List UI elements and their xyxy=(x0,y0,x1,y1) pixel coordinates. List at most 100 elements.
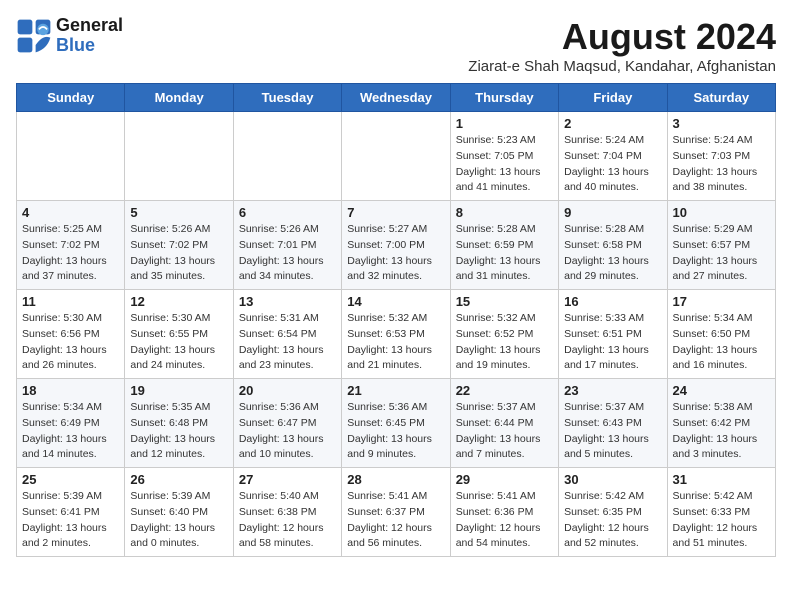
weekday-header-tuesday: Tuesday xyxy=(233,84,341,112)
calendar-week-row: 11 Sunrise: 5:30 AM Sunset: 6:56 PM Dayli… xyxy=(17,290,776,379)
day-number: 24 xyxy=(673,383,770,398)
calendar-cell: 4 Sunrise: 5:25 AM Sunset: 7:02 PM Daylig… xyxy=(17,201,125,290)
day-number: 1 xyxy=(456,116,553,131)
calendar-cell: 25Sunrise: 5:39 AM Sunset: 6:41 PM Dayli… xyxy=(17,468,125,557)
calendar-cell: 12Sunrise: 5:30 AM Sunset: 6:55 PM Dayli… xyxy=(125,290,233,379)
logo: General Blue xyxy=(16,16,123,56)
day-info: Sunrise: 5:28 AM Sunset: 6:58 PM Dayligh… xyxy=(564,222,661,285)
day-info: Sunrise: 5:34 AM Sunset: 6:49 PM Dayligh… xyxy=(22,400,119,463)
location: Ziarat-e Shah Maqsud, Kandahar, Afghanis… xyxy=(468,58,776,75)
day-info: Sunrise: 5:27 AM Sunset: 7:00 PM Dayligh… xyxy=(347,222,444,285)
day-info: Sunrise: 5:32 AM Sunset: 6:53 PM Dayligh… xyxy=(347,311,444,374)
day-info: Sunrise: 5:39 AM Sunset: 6:41 PM Dayligh… xyxy=(22,489,119,552)
day-info: Sunrise: 5:42 AM Sunset: 6:35 PM Dayligh… xyxy=(564,489,661,552)
day-info: Sunrise: 5:24 AM Sunset: 7:03 PM Dayligh… xyxy=(673,133,770,196)
calendar-cell: 30 Sunrise: 5:42 AM Sunset: 6:35 PM Dayli… xyxy=(559,468,667,557)
calendar-week-row: 1 Sunrise: 5:23 AM Sunset: 7:05 PM Daylig… xyxy=(17,112,776,201)
day-info: Sunrise: 5:26 AM Sunset: 7:02 PM Dayligh… xyxy=(130,222,227,285)
day-info: Sunrise: 5:40 AM Sunset: 6:38 PM Dayligh… xyxy=(239,489,336,552)
calendar-week-row: 25Sunrise: 5:39 AM Sunset: 6:41 PM Dayli… xyxy=(17,468,776,557)
day-number: 2 xyxy=(564,116,661,131)
day-info: Sunrise: 5:37 AM Sunset: 6:43 PM Dayligh… xyxy=(564,400,661,463)
day-number: 14 xyxy=(347,294,444,309)
day-info: Sunrise: 5:37 AM Sunset: 6:44 PM Dayligh… xyxy=(456,400,553,463)
calendar-cell: 19 Sunrise: 5:35 AM Sunset: 6:48 PM Dayli… xyxy=(125,379,233,468)
calendar-cell xyxy=(342,112,450,201)
day-number: 20 xyxy=(239,383,336,398)
day-info: Sunrise: 5:39 AM Sunset: 6:40 PM Dayligh… xyxy=(130,489,227,552)
calendar-cell: 16 Sunrise: 5:33 AM Sunset: 6:51 PM Dayli… xyxy=(559,290,667,379)
calendar-week-row: 18Sunrise: 5:34 AM Sunset: 6:49 PM Dayli… xyxy=(17,379,776,468)
calendar-cell: 1 Sunrise: 5:23 AM Sunset: 7:05 PM Daylig… xyxy=(450,112,558,201)
calendar-cell: 3 Sunrise: 5:24 AM Sunset: 7:03 PM Daylig… xyxy=(667,112,775,201)
day-number: 22 xyxy=(456,383,553,398)
calendar-cell: 11 Sunrise: 5:30 AM Sunset: 6:56 PM Dayli… xyxy=(17,290,125,379)
day-number: 28 xyxy=(347,472,444,487)
day-number: 7 xyxy=(347,205,444,220)
day-number: 13 xyxy=(239,294,336,309)
day-info: Sunrise: 5:29 AM Sunset: 6:57 PM Dayligh… xyxy=(673,222,770,285)
calendar-cell: 24 Sunrise: 5:38 AM Sunset: 6:42 PM Dayli… xyxy=(667,379,775,468)
day-number: 3 xyxy=(673,116,770,131)
day-number: 6 xyxy=(239,205,336,220)
calendar-cell: 17Sunrise: 5:34 AM Sunset: 6:50 PM Dayli… xyxy=(667,290,775,379)
day-info: Sunrise: 5:42 AM Sunset: 6:33 PM Dayligh… xyxy=(673,489,770,552)
calendar-cell: 22 Sunrise: 5:37 AM Sunset: 6:44 PM Dayli… xyxy=(450,379,558,468)
calendar-cell: 2 Sunrise: 5:24 AM Sunset: 7:04 PM Daylig… xyxy=(559,112,667,201)
calendar-cell: 15Sunrise: 5:32 AM Sunset: 6:52 PM Dayli… xyxy=(450,290,558,379)
calendar-cell: 23 Sunrise: 5:37 AM Sunset: 6:43 PM Dayli… xyxy=(559,379,667,468)
day-info: Sunrise: 5:33 AM Sunset: 6:51 PM Dayligh… xyxy=(564,311,661,374)
day-number: 15 xyxy=(456,294,553,309)
calendar-cell: 6Sunrise: 5:26 AM Sunset: 7:01 PM Daylig… xyxy=(233,201,341,290)
day-info: Sunrise: 5:34 AM Sunset: 6:50 PM Dayligh… xyxy=(673,311,770,374)
calendar-cell xyxy=(233,112,341,201)
day-info: Sunrise: 5:41 AM Sunset: 6:37 PM Dayligh… xyxy=(347,489,444,552)
day-info: Sunrise: 5:24 AM Sunset: 7:04 PM Dayligh… xyxy=(564,133,661,196)
calendar-cell: 7 Sunrise: 5:27 AM Sunset: 7:00 PM Daylig… xyxy=(342,201,450,290)
day-number: 19 xyxy=(130,383,227,398)
day-info: Sunrise: 5:38 AM Sunset: 6:42 PM Dayligh… xyxy=(673,400,770,463)
title-block: August 2024 Ziarat-e Shah Maqsud, Kandah… xyxy=(468,16,776,75)
day-number: 4 xyxy=(22,205,119,220)
day-info: Sunrise: 5:36 AM Sunset: 6:47 PM Dayligh… xyxy=(239,400,336,463)
day-number: 11 xyxy=(22,294,119,309)
calendar-cell xyxy=(17,112,125,201)
day-number: 30 xyxy=(564,472,661,487)
day-number: 9 xyxy=(564,205,661,220)
weekday-header-monday: Monday xyxy=(125,84,233,112)
weekday-header-sunday: Sunday xyxy=(17,84,125,112)
calendar-cell: 29 Sunrise: 5:41 AM Sunset: 6:36 PM Dayli… xyxy=(450,468,558,557)
day-info: Sunrise: 5:25 AM Sunset: 7:02 PM Dayligh… xyxy=(22,222,119,285)
day-number: 8 xyxy=(456,205,553,220)
calendar-cell: 26 Sunrise: 5:39 AM Sunset: 6:40 PM Dayli… xyxy=(125,468,233,557)
logo-text-general: General xyxy=(56,16,123,36)
day-info: Sunrise: 5:35 AM Sunset: 6:48 PM Dayligh… xyxy=(130,400,227,463)
day-info: Sunrise: 5:23 AM Sunset: 7:05 PM Dayligh… xyxy=(456,133,553,196)
calendar-cell: 27Sunrise: 5:40 AM Sunset: 6:38 PM Dayli… xyxy=(233,468,341,557)
day-info: Sunrise: 5:30 AM Sunset: 6:56 PM Dayligh… xyxy=(22,311,119,374)
day-number: 10 xyxy=(673,205,770,220)
logo-icon xyxy=(16,18,52,54)
calendar-cell: 13Sunrise: 5:31 AM Sunset: 6:54 PM Dayli… xyxy=(233,290,341,379)
day-number: 12 xyxy=(130,294,227,309)
weekday-header-friday: Friday xyxy=(559,84,667,112)
calendar-cell: 20 Sunrise: 5:36 AM Sunset: 6:47 PM Dayli… xyxy=(233,379,341,468)
calendar-table: SundayMondayTuesdayWednesdayThursdayFrid… xyxy=(16,83,776,557)
day-info: Sunrise: 5:41 AM Sunset: 6:36 PM Dayligh… xyxy=(456,489,553,552)
day-number: 26 xyxy=(130,472,227,487)
day-number: 16 xyxy=(564,294,661,309)
day-number: 23 xyxy=(564,383,661,398)
day-number: 21 xyxy=(347,383,444,398)
day-info: Sunrise: 5:36 AM Sunset: 6:45 PM Dayligh… xyxy=(347,400,444,463)
logo-text-blue: Blue xyxy=(56,36,123,56)
calendar-cell: 10 Sunrise: 5:29 AM Sunset: 6:57 PM Dayli… xyxy=(667,201,775,290)
weekday-header-saturday: Saturday xyxy=(667,84,775,112)
weekday-header-wednesday: Wednesday xyxy=(342,84,450,112)
day-number: 29 xyxy=(456,472,553,487)
calendar-cell: 5Sunrise: 5:26 AM Sunset: 7:02 PM Daylig… xyxy=(125,201,233,290)
page-header: General Blue August 2024 Ziarat-e Shah M… xyxy=(16,16,776,75)
day-number: 31 xyxy=(673,472,770,487)
calendar-cell: 21 Sunrise: 5:36 AM Sunset: 6:45 PM Dayli… xyxy=(342,379,450,468)
day-info: Sunrise: 5:28 AM Sunset: 6:59 PM Dayligh… xyxy=(456,222,553,285)
weekday-header-thursday: Thursday xyxy=(450,84,558,112)
